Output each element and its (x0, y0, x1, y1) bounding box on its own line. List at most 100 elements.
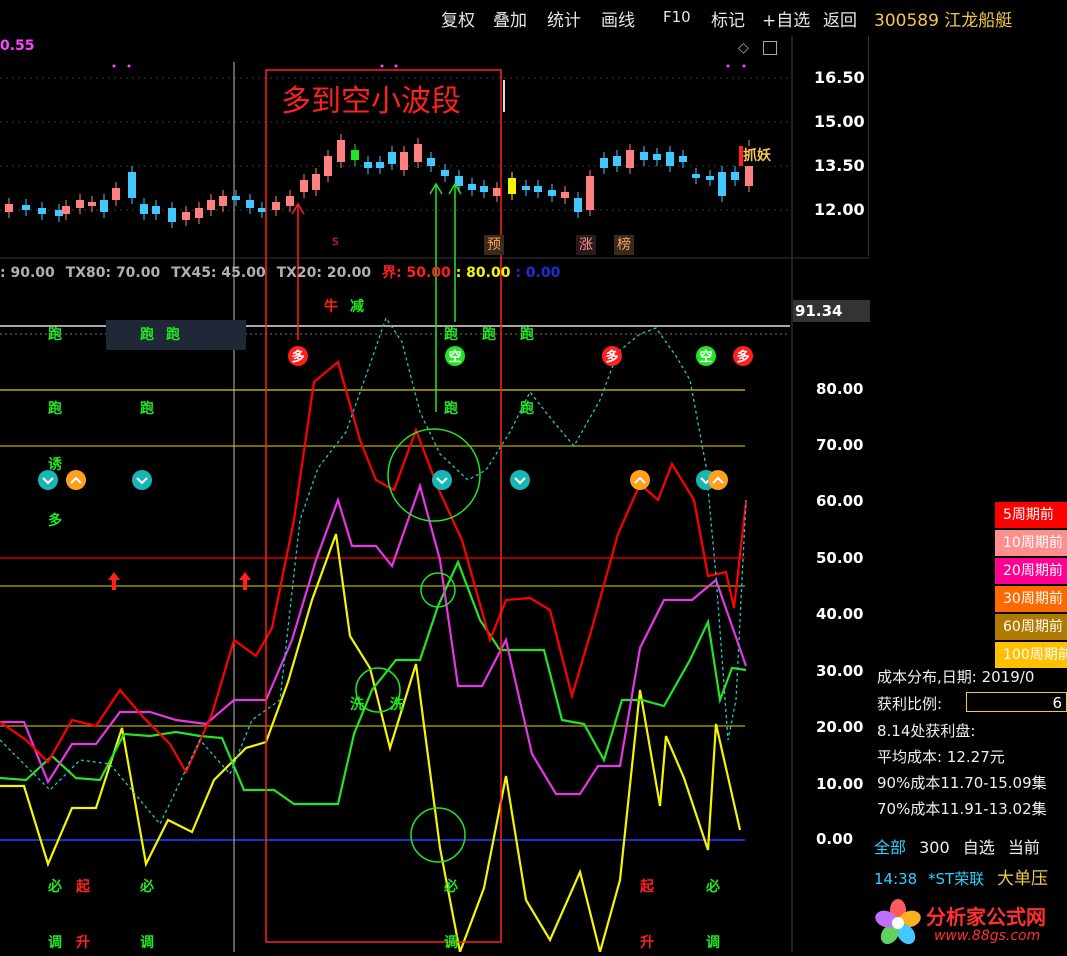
candle-body (246, 200, 254, 208)
signal-duo-text: 多 (291, 349, 304, 365)
candle-body (76, 200, 84, 208)
candle-body (441, 170, 449, 176)
candle-body (455, 176, 463, 186)
candle-body (128, 172, 136, 198)
ticker-time: 14:38 (874, 870, 918, 888)
annotation-title: 多到空小波段 (281, 84, 461, 119)
signal-label-pao: 跑 (140, 401, 154, 417)
cost-title: 成本分布,日期: 2019/0 (877, 668, 1035, 686)
candle-body (731, 172, 739, 180)
candle-body (640, 152, 648, 160)
candle-body (427, 158, 435, 166)
red-line (0, 360, 748, 775)
signal-label-sheng: 升 (640, 935, 654, 951)
signal-label-pao: 跑 (520, 327, 534, 343)
menu-tongji[interactable]: 统计 (547, 6, 581, 31)
s-tag: s (332, 234, 339, 249)
signal-label-xi: 洗 (350, 697, 364, 713)
zhang-tag: 涨 (576, 235, 596, 255)
candle-body (493, 188, 501, 196)
candle-body (5, 204, 13, 212)
cost-70: 70%成本11.91-13.02集 (877, 800, 1047, 818)
toolbar-icons: ◇ (738, 40, 778, 56)
candle-body (232, 196, 240, 200)
menu-biaoji[interactable]: 标记 (711, 6, 745, 31)
menu-fuquan[interactable]: 复权 (441, 6, 475, 31)
signal-label-pao: 跑 (48, 327, 62, 343)
signal-label-bi: 必 (48, 879, 62, 895)
legend-item: 100周期前 (995, 642, 1067, 668)
candle-body (152, 206, 160, 214)
signal-label-jian: 减 (350, 299, 364, 315)
candle-body (112, 188, 120, 200)
signal-label-you: 诱 (48, 457, 62, 473)
legend-item: 60周期前 (995, 614, 1067, 640)
window-toggle-icon[interactable] (763, 41, 778, 55)
candle-body (522, 186, 530, 190)
candlestick-series (5, 134, 753, 228)
current-value-tag: 91.34 (793, 300, 870, 322)
candle-body (88, 202, 96, 206)
candle-body (62, 206, 70, 214)
top-dots (112, 64, 746, 68)
menu-diejia[interactable]: 叠加 (493, 6, 527, 31)
candle-body (324, 156, 332, 176)
candle-body (666, 152, 674, 166)
tab-all[interactable]: 全部 (874, 838, 906, 857)
candle-body (207, 200, 215, 210)
signal-kong-text: 空 (699, 349, 712, 365)
candle-body (400, 152, 408, 170)
top-menu-bar: 复权 叠加 统计 画线 F10 标记 +自选 返回 300589 江龙船艇 (0, 0, 1067, 36)
logo-name: 分析家公式网 (926, 905, 1046, 929)
candle-body (55, 210, 63, 216)
yu-tag: 预 (484, 235, 504, 255)
zhuayao-tag: 抓妖 (739, 146, 775, 166)
indicator-header: : 90.00 TX80: 70.00 TX45: 45.00 TX20: 20… (0, 265, 561, 281)
chevron-marker (432, 470, 452, 490)
ticker-row[interactable]: 14:38 *ST荣联 大单压 (874, 864, 1048, 889)
signal-kong-text: 空 (448, 349, 461, 365)
indicator-label: 40.00 (816, 605, 864, 623)
signal-duo-text: 多 (605, 349, 618, 365)
candle-body (692, 174, 700, 178)
candle-body (258, 208, 266, 212)
candle-body (286, 196, 294, 206)
candle-body (388, 152, 396, 164)
yellow-line (0, 533, 742, 952)
cost-90: 90%成本11.70-15.09集 (877, 774, 1047, 792)
candle-body (364, 162, 372, 168)
candle-body (561, 192, 569, 198)
menu-f10[interactable]: F10 (663, 8, 691, 26)
signal-label-bi: 必 (140, 879, 154, 895)
signal-label-bi: 必 (706, 879, 720, 895)
tab-favorites[interactable]: 自选 (963, 838, 995, 857)
price-label: 12.00 (814, 200, 865, 219)
candle-body (613, 156, 621, 166)
candle-body (718, 172, 726, 196)
chevron-marker (510, 470, 530, 490)
chevron-marker (66, 470, 86, 490)
tab-current[interactable]: 当前 (1008, 838, 1040, 857)
avg-cost: 平均成本: 12.27元 (877, 748, 1005, 766)
ticker-name: *ST荣联 (928, 870, 985, 888)
candle-body (653, 154, 661, 160)
candle-body (586, 176, 594, 210)
diamond-icon[interactable]: ◇ (738, 40, 749, 56)
price-label: 16.50 (814, 68, 865, 87)
indicator-label: 50.00 (816, 549, 864, 567)
watermark-logo: 分析家公式网 www.88gs.com (868, 895, 1067, 952)
candle-body (195, 208, 203, 218)
profit-value: 6 (966, 692, 1067, 712)
tab-300[interactable]: 300 (919, 838, 950, 857)
candle-body (100, 200, 108, 212)
legend-item: 20周期前 (995, 558, 1067, 584)
menu-huaxian[interactable]: 画线 (601, 6, 635, 31)
indicator-label: 70.00 (816, 436, 864, 454)
menu-add-favorite[interactable]: +自选 (762, 6, 810, 31)
bang-tag: 榜 (614, 235, 634, 255)
flower-logo-icon (875, 899, 921, 945)
signal-label-bi: 必 (444, 879, 458, 895)
signal-label-pao: 跑 (520, 401, 534, 417)
candle-body (626, 150, 634, 168)
menu-back[interactable]: 返回 (823, 6, 857, 31)
